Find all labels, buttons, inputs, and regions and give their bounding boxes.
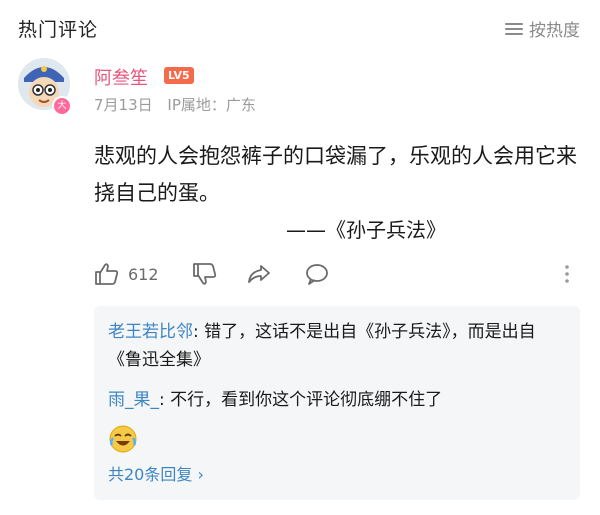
comment-actions: 612 <box>94 262 584 290</box>
comment-signature: ——《孙子兵法》 <box>286 218 446 242</box>
thumb-up-icon <box>95 263 119 285</box>
reply-separator: : <box>193 322 205 342</box>
reply-button[interactable] <box>304 262 330 286</box>
reply-thread: 老王若比邻: 错了，这话不是出自《孙子兵法》，而是出自《鲁迅全集》 雨_果_: … <box>94 306 580 500</box>
thumb-down-icon <box>193 263 217 285</box>
like-count: 612 <box>128 264 159 284</box>
section-title: 热门评论 <box>18 19 99 41</box>
share-button[interactable] <box>246 262 272 286</box>
reply-separator: : <box>159 390 171 410</box>
comment-text: 悲观的人会抱怨裤子的口袋漏了，乐观的人会用它来挠自己的蛋。 <box>94 144 577 205</box>
reply-item[interactable]: 老王若比邻: 错了，这话不是出自《孙子兵法》，而是出自《鲁迅全集》 <box>108 318 568 374</box>
comment-author[interactable]: 阿叁笙 <box>94 64 148 90</box>
comment-meta: 7月13日 IP属地：广东 <box>94 94 266 115</box>
reply-item[interactable]: 雨_果_: 不行，看到你这个评论彻底绷不住了 <box>108 386 568 414</box>
more-options-button[interactable] <box>562 262 572 286</box>
level-badge: LV5 <box>164 67 194 84</box>
ip-location: IP属地：广东 <box>167 96 256 114</box>
comment-icon <box>306 264 328 285</box>
reply-text: 不行，看到你这个评论彻底绷不住了 <box>170 390 443 410</box>
reply-author[interactable]: 雨_果_ <box>108 390 159 410</box>
view-all-replies-link[interactable]: 共20条回复 › <box>108 464 204 486</box>
sort-by-hot-button[interactable]: 按热度 <box>505 16 580 41</box>
share-icon <box>248 265 270 283</box>
more-vertical-icon <box>565 265 569 283</box>
sort-label: 按热度 <box>529 21 580 41</box>
comments-header: 热门评论 按热度 <box>0 0 600 56</box>
laughing-crying-emoji <box>108 424 138 454</box>
dislike-button[interactable] <box>192 262 218 286</box>
avatar-badge-icon: 大 <box>52 96 72 116</box>
comment-date: 7月13日 <box>94 96 153 114</box>
list-sort-icon <box>505 22 523 36</box>
reply-author[interactable]: 老王若比邻 <box>108 322 193 342</box>
like-button[interactable]: 612 <box>94 262 159 286</box>
